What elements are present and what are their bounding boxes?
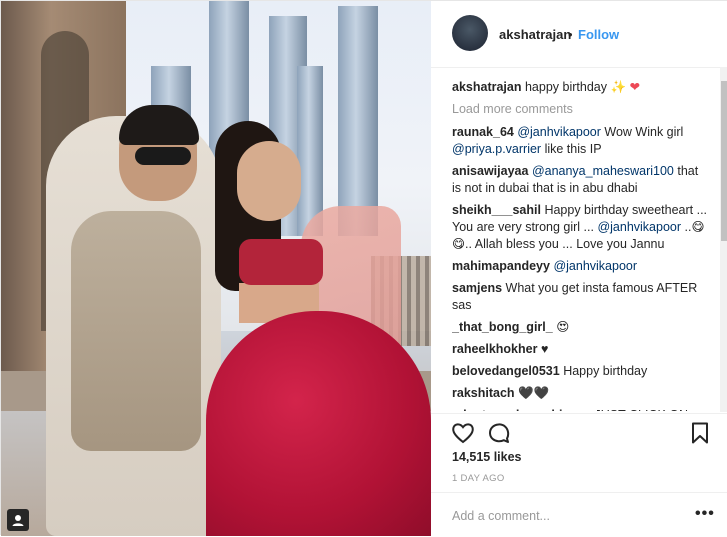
comment-username[interactable]: raheelkhokher	[452, 342, 537, 356]
follow-button[interactable]: Follow	[578, 27, 619, 42]
list-item: samjens What you get insta famous AFTER …	[452, 280, 710, 314]
comment-text: ✔ JUST CLICK ON	[581, 408, 688, 411]
list-item: belovedangel0531 Happy birthday	[452, 363, 710, 380]
post-photo[interactable]	[1, 1, 431, 536]
post-side-panel: akshatrajan • Follow akshatrajan happy b…	[431, 1, 727, 536]
caption-username[interactable]: akshatrajan	[452, 80, 521, 94]
list-item: sheikh___sahil Happy birthday sweetheart…	[452, 202, 710, 253]
list-item: raheelkhokher ♥	[452, 341, 710, 358]
likes-count[interactable]: 14,515 likes	[452, 450, 522, 464]
photo-woman-head	[237, 141, 301, 221]
comment-text: 😍	[556, 320, 570, 334]
comment-text: ♥	[540, 342, 549, 356]
caption: akshatrajan happy birthday ✨ ❤	[452, 79, 710, 96]
instagram-post: akshatrajan • Follow akshatrajan happy b…	[0, 0, 727, 536]
list-item: anisawijayaa @ananya_maheswari100 that i…	[452, 163, 710, 197]
list-item: mahimapandeyy @janhvikapoor	[452, 258, 710, 275]
mention-link[interactable]: @janhvikapoor	[597, 220, 681, 234]
heart-emoji-icon: ❤	[629, 80, 641, 94]
photo-tower	[297, 66, 323, 236]
mention-link[interactable]: @ananya_maheswari100	[532, 164, 674, 178]
load-more-comments-link[interactable]: Load more comments	[452, 101, 710, 118]
list-item: raunak_64 @janhvikapoor Wow Wink girl @p…	[452, 124, 710, 158]
comment-username[interactable]: sheikh___sahil	[452, 203, 541, 217]
photo-woman-skirt	[206, 311, 431, 536]
comment-username[interactable]: _that_bong_girl_	[452, 320, 553, 334]
photo-sunglasses	[135, 147, 191, 165]
mention-link[interactable]: @janhvikapoor	[517, 125, 601, 139]
add-comment-bar: •••	[431, 492, 727, 537]
comment-username[interactable]: mahimapandeyy	[452, 259, 550, 273]
comment-username[interactable]: rakshitach	[452, 386, 515, 400]
avatar[interactable]	[452, 15, 488, 51]
action-bar	[431, 413, 727, 450]
mention-link[interactable]: @janhvikapoor	[553, 259, 637, 273]
comments-scroll-thumb[interactable]	[721, 81, 727, 241]
comment-items: raunak_64 @janhvikapoor Wow Wink girl @p…	[452, 124, 710, 411]
post-author-username[interactable]: akshatrajan	[499, 27, 571, 42]
photo-tower	[338, 6, 378, 236]
list-item: rakshitach 🖤🖤	[452, 385, 710, 402]
comment-text: like this IP	[541, 142, 602, 156]
photo-woman-top	[239, 239, 323, 285]
comment-username[interactable]: raunak_64	[452, 125, 514, 139]
comment-text: Happy birthday	[563, 364, 648, 378]
photo-scarf-front	[71, 211, 201, 451]
comment-username[interactable]: anisawijayaa	[452, 164, 528, 178]
user-tag-icon[interactable]	[7, 509, 29, 531]
comment-text: Wow Wink girl	[600, 125, 684, 139]
mention-link[interactable]: @priya.p.varrier	[452, 142, 541, 156]
caption-text: happy birthday	[524, 80, 607, 94]
separator-dot: •	[568, 27, 573, 42]
list-item: _dont_read_my_bio_ ✔ JUST CLICK ON	[452, 407, 710, 411]
comments-list: akshatrajan happy birthday ✨ ❤ Load more…	[452, 79, 710, 411]
comment-text: 🖤🖤	[518, 386, 550, 400]
comment-username[interactable]: samjens	[452, 281, 502, 295]
comment-username[interactable]: _dont_read_my_bio_	[452, 408, 577, 411]
bookmark-icon[interactable]	[687, 420, 713, 446]
post-timestamp[interactable]: 1 DAY AGO	[452, 473, 505, 484]
list-item: _that_bong_girl_ 😍	[452, 319, 710, 336]
sparkles-icon: ✨	[610, 80, 627, 94]
heart-outline-icon[interactable]	[450, 420, 476, 446]
more-options-icon[interactable]: •••	[695, 505, 715, 523]
add-comment-input[interactable]	[450, 503, 684, 529]
post-header: akshatrajan • Follow	[431, 1, 727, 68]
comment-bubble-icon[interactable]	[486, 420, 512, 446]
comment-username[interactable]: belovedangel0531	[452, 364, 560, 378]
